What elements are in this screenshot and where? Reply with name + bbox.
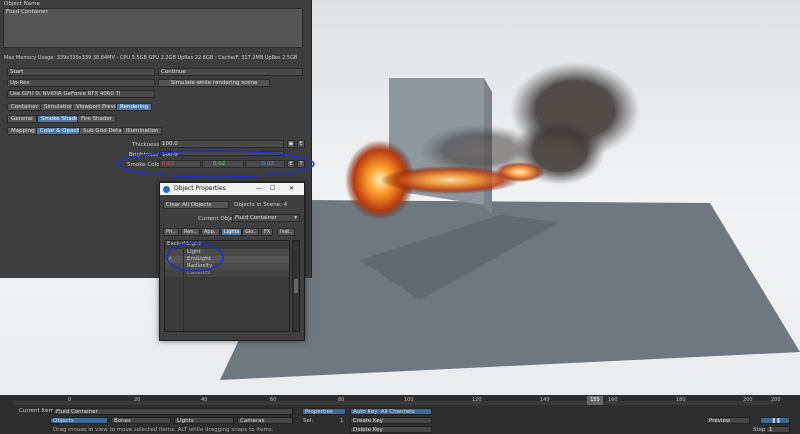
- brightness-label: Brightness: [129, 152, 159, 158]
- envelope-e-button[interactable]: E: [297, 140, 305, 148]
- envelope-icon: ◉: [288, 141, 294, 147]
- tab-primitive[interactable]: Pri..: [163, 228, 179, 236]
- smoke-color-label: Smoke Color: [127, 162, 162, 168]
- column-divider: [183, 249, 184, 331]
- tab-mapping[interactable]: Mapping: [7, 127, 39, 135]
- maximize-icon[interactable]: ☐: [270, 183, 275, 195]
- tick-label: 120: [472, 397, 482, 403]
- tab-illumination[interactable]: Illumination: [122, 127, 163, 135]
- tab-fire-shader[interactable]: Fire Shader: [77, 115, 117, 123]
- exclude-list[interactable]: Exclude Light Light ✓ EnvLight Radiosity…: [164, 240, 290, 332]
- thickness-field[interactable]: 100.0: [159, 140, 284, 148]
- tick-label: 140: [540, 397, 550, 403]
- smoke-color-g[interactable]: 0.02: [202, 160, 244, 168]
- tick-label: 60: [270, 397, 277, 403]
- smoke-color-b[interactable]: 0.02: [245, 160, 285, 168]
- upres-button[interactable]: Up-Res: [7, 79, 155, 87]
- preview-select[interactable]: Preview: [706, 417, 750, 424]
- dialog-titlebar[interactable]: Object Properties — ☐ ✕: [160, 183, 304, 195]
- tab-instance[interactable]: Inst..: [277, 228, 296, 236]
- dialog-title: Object Properties: [174, 185, 226, 192]
- objects-in-scene: Objects in Scene: 4: [234, 202, 288, 208]
- smoke-color-e-button[interactable]: E: [287, 160, 295, 168]
- memory-usage: Max Memory Usage: 339x339x339 38.84MV - …: [4, 55, 298, 61]
- tick-label: 20: [134, 397, 141, 403]
- play-button[interactable]: ❚❚: [760, 417, 790, 424]
- checkmark-icon: ✓: [168, 256, 173, 262]
- tick-label: 180: [676, 397, 686, 403]
- step-label: Step: [753, 427, 766, 433]
- brightness-field[interactable]: 100.0: [159, 151, 284, 158]
- tab-appearance[interactable]: App..: [201, 228, 220, 236]
- object-name-value: Fluid Container: [6, 9, 48, 15]
- light-name: Light: [187, 249, 201, 255]
- current-object-value: Fluid Container: [235, 215, 277, 221]
- tick-label: 80: [338, 397, 345, 403]
- current-object-select[interactable]: Fluid Container ▾: [232, 214, 300, 222]
- tick-label: 40: [201, 397, 208, 403]
- tab-glow[interactable]: Glo..: [242, 228, 260, 236]
- cameras-button[interactable]: Cameras: [237, 417, 293, 424]
- tab-rendering[interactable]: Rendering: [116, 103, 153, 111]
- tab-container[interactable]: Container: [7, 103, 42, 111]
- minimize-icon[interactable]: —: [256, 183, 262, 195]
- gpu-select[interactable]: Use GPU 0: NVIDIA GeForce RTX 4060 Ti: [7, 90, 155, 98]
- light-name: Caustics: [187, 270, 211, 276]
- object-name-list[interactable]: Fluid Container: [3, 8, 303, 48]
- continue-button[interactable]: Continue: [158, 68, 303, 76]
- smoke-color-r[interactable]: 0.02: [159, 160, 201, 168]
- current-item-select[interactable]: Fluid Container: [53, 408, 293, 415]
- smoke-color-t-button[interactable]: T: [297, 160, 305, 168]
- delete-key-button[interactable]: Delete Key: [350, 426, 432, 433]
- step-field[interactable]: 1: [766, 426, 790, 433]
- play-icon: ❚❚: [771, 418, 781, 424]
- tick-label: 0: [68, 397, 72, 403]
- scrollbar-thumb[interactable]: [294, 279, 298, 293]
- tick-label: 200: [771, 397, 781, 403]
- light-name: EnvLight: [187, 256, 211, 262]
- app-icon: [163, 186, 170, 193]
- objects-button[interactable]: Objects: [50, 417, 108, 424]
- clear-all-objects-button[interactable]: Clear All Objects: [163, 201, 229, 209]
- close-icon[interactable]: ✕: [289, 183, 294, 195]
- scrollbar[interactable]: [292, 240, 300, 332]
- simulate-while-rendering-toggle[interactable]: Simulate while rendering scene: [158, 79, 270, 87]
- sel-count: 1: [340, 418, 344, 424]
- object-properties-dialog: Object Properties — ☐ ✕ Clear All Object…: [159, 182, 305, 341]
- light-column-header: Light: [187, 241, 201, 247]
- tab-render[interactable]: Ren..: [181, 228, 200, 236]
- bones-button[interactable]: Bones: [111, 417, 171, 424]
- status-hint: Drag mouse in view to move selected item…: [53, 427, 274, 433]
- properties-button[interactable]: Properties: [302, 408, 346, 415]
- tick-label: 100: [404, 397, 414, 403]
- timeline-track[interactable]: [14, 401, 774, 405]
- lights-button[interactable]: Lights: [174, 417, 234, 424]
- tab-lights[interactable]: Lights: [221, 228, 243, 236]
- start-button[interactable]: Start: [7, 68, 155, 76]
- current-frame-marker[interactable]: 155: [587, 396, 603, 405]
- chevron-down-icon: ▾: [294, 215, 297, 221]
- tab-general[interactable]: General: [7, 115, 37, 123]
- tab-fx[interactable]: FX: [261, 228, 274, 236]
- exclude-header: Exclude: [167, 241, 189, 247]
- light-name: Radiosity: [187, 263, 213, 269]
- auto-key-select[interactable]: Auto Key: All Channels: [350, 408, 432, 415]
- sel-label: Sel:: [303, 418, 314, 424]
- current-item-label: Current Item: [19, 408, 54, 414]
- create-key-button[interactable]: Create Key: [350, 417, 432, 424]
- tick-label: 160: [608, 397, 618, 403]
- envelope-button[interactable]: ◉: [287, 140, 295, 148]
- tick-label: 200: [743, 397, 753, 403]
- thickness-label: Thickness: [132, 142, 160, 148]
- object-name-label: Object Name: [4, 1, 40, 7]
